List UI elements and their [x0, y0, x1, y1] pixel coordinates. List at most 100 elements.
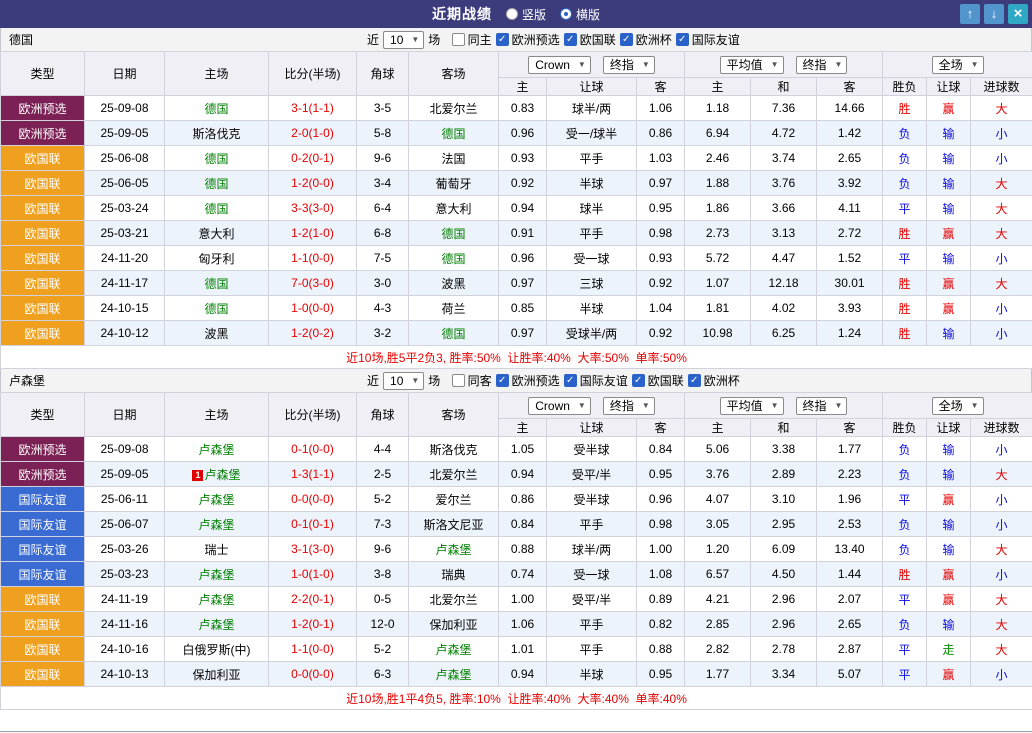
checkbox-icon[interactable]: [632, 374, 645, 387]
team-link[interactable]: 意大利: [435, 202, 471, 216]
result-wdl: 胜: [883, 221, 927, 246]
final-odds-select[interactable]: 终指▼: [603, 397, 655, 415]
result-handicap: 输: [927, 171, 971, 196]
final-odds-select-2[interactable]: 终指▼: [796, 56, 848, 74]
team-link[interactable]: 瑞典: [441, 568, 465, 582]
team-link[interactable]: 德国: [204, 177, 228, 191]
checkbox-icon[interactable]: [452, 33, 465, 46]
handicap-group-header: Crown▼ 终指▼: [499, 52, 685, 78]
home-team-cell: 保加利亚: [165, 662, 269, 687]
team-link[interactable]: 卢森堡: [198, 518, 234, 532]
chevron-down-icon: ▼: [411, 376, 419, 385]
same-venue-filter[interactable]: 同主: [452, 31, 492, 48]
league-filter-3[interactable]: 欧洲杯: [688, 372, 740, 389]
final-odds-select[interactable]: 终指▼: [603, 56, 655, 74]
away-team-cell: 卢森堡: [409, 637, 499, 662]
league-filter-0[interactable]: 欧洲预选: [496, 31, 560, 48]
team-link[interactable]: 斯洛伐克: [192, 127, 240, 141]
team-link[interactable]: 卢森堡: [198, 493, 234, 507]
average-select[interactable]: 平均值▼: [720, 56, 784, 74]
match-count-select[interactable]: 10▼: [383, 31, 424, 49]
team-link[interactable]: 德国: [441, 127, 465, 141]
team-link[interactable]: 匈牙利: [198, 252, 234, 266]
layout-radio-vertical[interactable]: 竖版: [506, 6, 546, 23]
team-link[interactable]: 卢森堡: [204, 468, 240, 482]
team-link[interactable]: 法国: [441, 152, 465, 166]
team-link[interactable]: 卢森堡: [435, 543, 471, 557]
team-link[interactable]: 意大利: [198, 227, 234, 241]
final-odds-select-2[interactable]: 终指▼: [796, 397, 848, 415]
checkbox-icon[interactable]: [620, 33, 633, 46]
league-filter-2[interactable]: 欧洲杯: [620, 31, 672, 48]
checkbox-icon[interactable]: [496, 33, 509, 46]
eu-draw-odds: 3.74: [751, 146, 817, 171]
result-handicap: 输: [927, 462, 971, 487]
window-buttons: ↑ ↓ ×: [960, 4, 1028, 24]
team-link[interactable]: 保加利亚: [192, 668, 240, 682]
team-link[interactable]: 白俄罗斯(中): [183, 643, 251, 657]
league-filter-2[interactable]: 欧国联: [632, 372, 684, 389]
checkbox-icon[interactable]: [688, 374, 701, 387]
titlebar-center: 近期战绩 竖版 横版: [0, 4, 1032, 24]
average-select[interactable]: 平均值▼: [720, 397, 784, 415]
team-link[interactable]: 德国: [204, 102, 228, 116]
team-link[interactable]: 卢森堡: [198, 618, 234, 632]
team-link[interactable]: 卢森堡: [198, 568, 234, 582]
home-team-cell: 瑞士: [165, 537, 269, 562]
bookmaker-select[interactable]: Crown▼: [528, 397, 591, 415]
scroll-down-button[interactable]: ↓: [984, 4, 1004, 24]
away-team-cell: 斯洛伐克: [409, 437, 499, 462]
close-button[interactable]: ×: [1008, 4, 1028, 24]
checkbox-icon[interactable]: [564, 33, 577, 46]
league-filter-0[interactable]: 欧洲预选: [496, 372, 560, 389]
bookmaker-select[interactable]: Crown▼: [528, 56, 591, 74]
radio-icon[interactable]: [506, 8, 518, 20]
team-link[interactable]: 斯洛文尼亚: [423, 518, 483, 532]
eu-away-odds: 1.52: [817, 246, 883, 271]
team-link[interactable]: 卢森堡: [435, 643, 471, 657]
same-venue-label: 同主: [468, 31, 492, 48]
checkbox-icon[interactable]: [564, 374, 577, 387]
team-link[interactable]: 斯洛伐克: [429, 443, 477, 457]
checkbox-icon[interactable]: [496, 374, 509, 387]
team-link[interactable]: 波黑: [204, 327, 228, 341]
radio-icon[interactable]: [560, 8, 572, 20]
team-link[interactable]: 波黑: [441, 277, 465, 291]
league-filter-1[interactable]: 欧国联: [564, 31, 616, 48]
same-venue-filter[interactable]: 同客: [452, 372, 492, 389]
match-score: 0-2(0-1): [269, 146, 357, 171]
team-link[interactable]: 德国: [204, 202, 228, 216]
league-filter-1[interactable]: 国际友谊: [564, 372, 628, 389]
match-count-select[interactable]: 10▼: [383, 372, 424, 390]
team-link[interactable]: 北爱尔兰: [429, 102, 477, 116]
league-filter-3[interactable]: 国际友谊: [676, 31, 740, 48]
team-link[interactable]: 葡萄牙: [435, 177, 471, 191]
scope-select[interactable]: 全场▼: [932, 397, 984, 415]
team-link[interactable]: 德国: [441, 227, 465, 241]
team-link[interactable]: 德国: [204, 277, 228, 291]
team-link[interactable]: 北爱尔兰: [429, 593, 477, 607]
team-link[interactable]: 北爱尔兰: [429, 468, 477, 482]
eu-home-odds: 1.88: [685, 171, 751, 196]
team-link[interactable]: 爱尔兰: [435, 493, 471, 507]
result-total: 小: [971, 321, 1032, 346]
team-link[interactable]: 保加利亚: [429, 618, 477, 632]
summary-text: 近10场,胜5平2负3, 胜率:50% 让胜率:40% 大率:50% 单率:50…: [1, 346, 1032, 369]
scope-select[interactable]: 全场▼: [932, 56, 984, 74]
checkbox-icon[interactable]: [452, 374, 465, 387]
scroll-up-button[interactable]: ↑: [960, 4, 980, 24]
team-link[interactable]: 卢森堡: [198, 443, 234, 457]
team-link[interactable]: 卢森堡: [198, 593, 234, 607]
team-link[interactable]: 德国: [204, 302, 228, 316]
team-link[interactable]: 德国: [441, 327, 465, 341]
team-link[interactable]: 德国: [204, 152, 228, 166]
team-link[interactable]: 瑞士: [204, 543, 228, 557]
checkbox-icon[interactable]: [676, 33, 689, 46]
table-row: 欧国联 24-10-12 波黑 1-2(0-2) 3-2 德国 0.97 受球半…: [1, 321, 1032, 346]
eu-home-odds: 5.06: [685, 437, 751, 462]
team-link[interactable]: 荷兰: [441, 302, 465, 316]
league-filter-label: 欧洲杯: [704, 372, 740, 389]
layout-radio-horizontal[interactable]: 横版: [560, 6, 600, 23]
team-link[interactable]: 德国: [441, 252, 465, 266]
team-link[interactable]: 卢森堡: [435, 668, 471, 682]
